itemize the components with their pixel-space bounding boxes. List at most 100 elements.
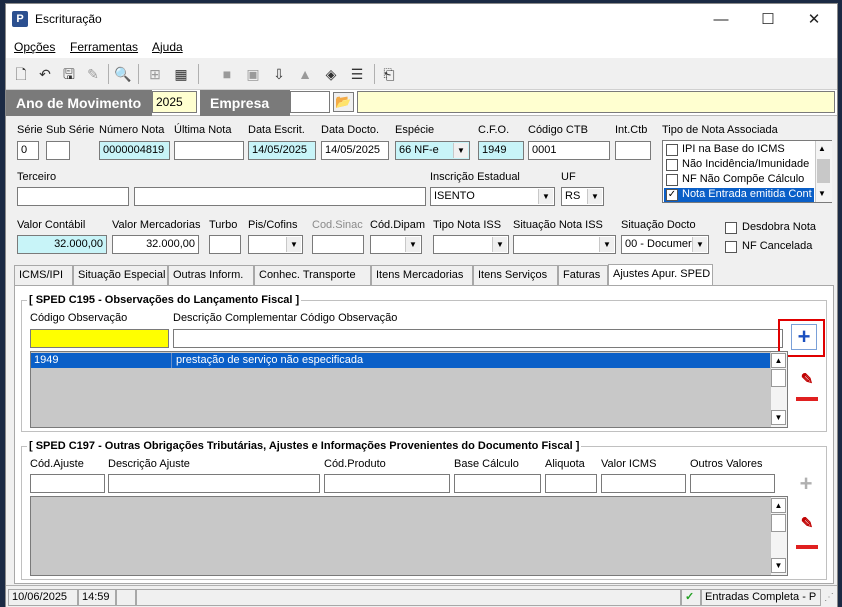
situacao-nota-iss-select[interactable]: ▼	[513, 235, 616, 254]
cod-produto-input[interactable]	[324, 474, 450, 493]
valor-contabil-input[interactable]: 32.000,00	[17, 235, 107, 254]
scroll-up-icon[interactable]: ▲	[771, 353, 786, 368]
outros-valores-input[interactable]	[690, 474, 775, 493]
ultima-nota-input[interactable]	[174, 141, 244, 160]
tipo-nota-item[interactable]: Não Incidência/Imunidade	[664, 158, 814, 172]
terceiro-name-input[interactable]	[134, 187, 426, 206]
checkbox[interactable]	[666, 144, 678, 156]
valor-icms-input[interactable]	[601, 474, 686, 493]
tipo-nota-item[interactable]: NF Não Compõe Cálculo	[664, 173, 814, 187]
descricao-ajuste-input[interactable]	[108, 474, 320, 493]
chevron-down-icon[interactable]: ▼	[538, 189, 553, 204]
tab-outras-inform[interactable]: Outras Inform.	[168, 265, 254, 285]
int-ctb-input[interactable]	[615, 141, 651, 160]
calculator-icon[interactable]: ▣	[244, 65, 262, 83]
c195-scrollbar[interactable]: ▲ ▼	[770, 352, 787, 427]
building-icon[interactable]: ▲	[296, 65, 314, 83]
codigo-ctb-input[interactable]: 0001	[528, 141, 610, 160]
checkbox-checked[interactable]: ✓	[666, 189, 678, 201]
tipo-nota-item[interactable]: IPI na Base do ICMS	[664, 143, 814, 157]
base-calculo-input[interactable]	[454, 474, 541, 493]
c197-grid[interactable]: ▲ ▼	[30, 496, 788, 576]
turbo-input[interactable]	[209, 235, 241, 254]
exit-door-icon[interactable]: ⎗	[380, 65, 398, 83]
cod-dipam-select[interactable]: ▼	[370, 235, 422, 254]
c197-scrollbar[interactable]: ▲ ▼	[770, 497, 787, 575]
checkbox[interactable]	[666, 159, 678, 171]
table-row[interactable]: 1949 prestação de serviço não especifica…	[31, 353, 770, 368]
remove-ajuste-button[interactable]	[796, 545, 818, 549]
hierarchy-icon[interactable]: ⊞	[146, 65, 164, 83]
pis-cofins-select[interactable]: ▼	[248, 235, 303, 254]
codigo-observacao-input[interactable]	[30, 329, 169, 348]
chevron-down-icon[interactable]: ▼	[692, 237, 707, 252]
nf-cancelada-checkbox[interactable]	[725, 241, 737, 253]
notes-icon[interactable]: ☰	[348, 65, 366, 83]
menu-opcoes[interactable]: Opções	[14, 40, 55, 54]
chevron-down-icon[interactable]: ▼	[587, 189, 602, 204]
desdobra-nota-checkbox[interactable]	[725, 222, 737, 234]
print-preview-icon[interactable]: 🔍	[114, 65, 132, 83]
scroll-down-icon[interactable]: ▼	[771, 410, 786, 425]
empresa-code-input[interactable]	[290, 91, 330, 113]
tab-ajustes-apur-sped[interactable]: Ajustes Apur. SPED	[608, 264, 713, 286]
cod-sinac-input[interactable]	[312, 235, 364, 254]
scroll-thumb[interactable]	[771, 369, 786, 387]
scroll-down-icon[interactable]: ▼	[818, 189, 826, 198]
tab-faturas[interactable]: Faturas	[558, 265, 608, 285]
menu-ajuda[interactable]: Ajuda	[152, 40, 183, 54]
chevron-down-icon[interactable]: ▼	[286, 237, 301, 252]
cube-icon[interactable]: ◈	[322, 65, 340, 83]
minimize-button[interactable]: —	[698, 4, 744, 36]
tipo-nota-iss-select[interactable]: ▼	[433, 235, 509, 254]
tab-icms-ipi[interactable]: ICMS/IPI	[14, 265, 73, 285]
chevron-down-icon[interactable]: ▼	[453, 143, 468, 158]
tipo-nota-item-selected[interactable]: ✓ Nota Entrada emitida Cont	[664, 188, 814, 202]
undo-icon[interactable]: ↶	[36, 65, 54, 83]
tab-itens-mercadorias[interactable]: Itens Mercadorias	[371, 265, 473, 285]
tab-conhec-transporte[interactable]: Conhec. Transporte	[254, 265, 371, 285]
cod-ajuste-input[interactable]	[30, 474, 105, 493]
scroll-down-icon[interactable]: ▼	[771, 558, 786, 573]
report-icon[interactable]: ▦	[172, 65, 190, 83]
subserie-input[interactable]	[46, 141, 70, 160]
edit-pencil-icon[interactable]: ✎	[794, 512, 820, 538]
save-icon[interactable]: 🖫	[60, 65, 78, 83]
new-icon[interactable]: 🗋	[12, 65, 30, 83]
resize-grip-icon[interactable]: ⋰	[824, 592, 834, 603]
menu-ferramentas[interactable]: Ferramentas	[70, 40, 138, 54]
tab-itens-servicos[interactable]: Itens Serviços	[473, 265, 558, 285]
maximize-button[interactable]: ☐	[745, 4, 791, 36]
chevron-down-icon[interactable]: ▼	[599, 237, 614, 252]
open-folder-icon[interactable]: 📂	[333, 92, 354, 112]
delete-icon[interactable]: ✎	[84, 65, 102, 83]
data-escrit-input[interactable]: 14/05/2025	[248, 141, 316, 160]
tab-situacao-especial[interactable]: Situação Especial	[73, 265, 168, 285]
situacao-docto-select[interactable]: 00 - Documer ▼	[621, 235, 709, 254]
cfo-input[interactable]: 1949	[478, 141, 524, 160]
valor-mercadorias-input[interactable]: 32.000,00	[112, 235, 199, 254]
c195-grid[interactable]: 1949 prestação de serviço não especifica…	[30, 351, 788, 428]
numero-nota-input[interactable]: 0000004819	[99, 141, 170, 160]
descricao-complementar-input[interactable]	[173, 329, 783, 348]
aliquota-input[interactable]	[545, 474, 597, 493]
remove-observacao-button[interactable]	[796, 397, 818, 401]
ano-movimento-input[interactable]: 2025	[152, 91, 197, 113]
edit-pencil-icon[interactable]: ✎	[794, 368, 820, 394]
empresa-name-input[interactable]	[357, 91, 835, 113]
folder-icon[interactable]: ■	[218, 65, 236, 83]
scroll-up-icon[interactable]: ▲	[818, 144, 826, 153]
tipo-nota-associada-list[interactable]: IPI na Base do ICMS Não Incidência/Imuni…	[662, 140, 832, 203]
close-button[interactable]: ✕	[791, 4, 837, 36]
export-icon[interactable]: ⇩	[270, 65, 288, 83]
scroll-thumb[interactable]	[817, 159, 830, 183]
add-observacao-button[interactable]: +	[791, 324, 817, 350]
scroll-thumb[interactable]	[771, 514, 786, 532]
serie-input[interactable]: 0	[17, 141, 39, 160]
checkbox[interactable]	[666, 174, 678, 186]
data-docto-input[interactable]: 14/05/2025	[321, 141, 389, 160]
chevron-down-icon[interactable]: ▼	[492, 237, 507, 252]
add-ajuste-button[interactable]: +	[793, 472, 819, 498]
especie-select[interactable]: 66 NF-e ▼	[395, 141, 470, 160]
chevron-down-icon[interactable]: ▼	[405, 237, 420, 252]
